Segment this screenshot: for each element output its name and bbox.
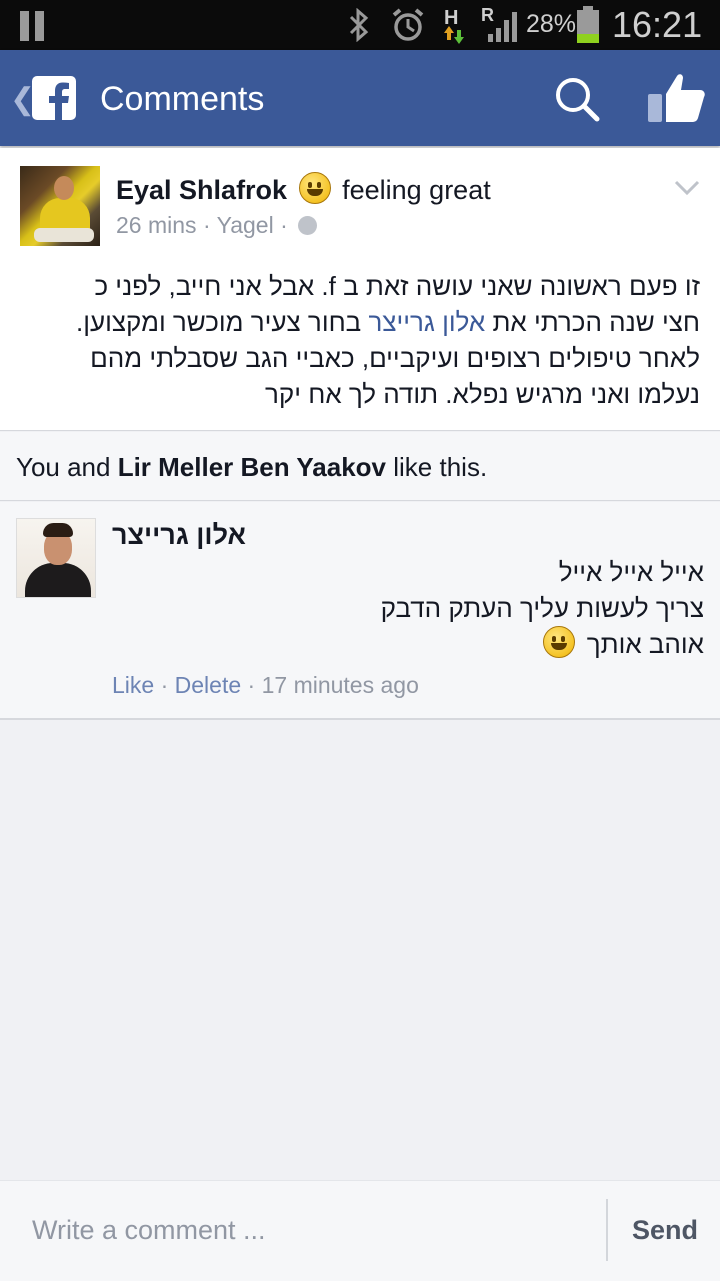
comment-actions: Like · Delete · 17 minutes ago xyxy=(112,672,419,698)
network-icon xyxy=(444,26,464,44)
like-icon[interactable] xyxy=(646,72,706,124)
commenter-name[interactable]: אלון גרייצר xyxy=(112,520,246,551)
battery-percent: 28% xyxy=(526,10,577,38)
battery-icon xyxy=(577,6,599,43)
comment-item: אלון גרייצר אייל אייל אייל צריך לעשות על… xyxy=(0,502,720,720)
comment-like-button[interactable]: Like xyxy=(112,672,154,698)
composer-divider xyxy=(606,1199,608,1261)
app-bar: ❮ Comments xyxy=(0,50,720,146)
post-line: נעלמו ואני מרגיש נפלא. תודה לך אח יקר xyxy=(265,379,700,409)
post-line: לאחר טיפולים רצופים ועיקביים, כאביי הגב … xyxy=(90,343,700,373)
post-meta: 26 mins · Yagel · xyxy=(116,212,318,239)
post-body: זו פעם ראשונה שאני עושה זאת ב f. אבל אני… xyxy=(20,268,700,412)
commenter-avatar[interactable] xyxy=(16,518,96,598)
author-name[interactable]: Eyal Shlafrok xyxy=(116,175,287,205)
feeling-text: feeling great xyxy=(342,175,491,205)
comment-input[interactable]: Write a comment ... xyxy=(32,1215,266,1246)
likes-summary[interactable]: You and Lir Meller Ben Yaakov like this. xyxy=(0,432,720,501)
liker-name[interactable]: Lir Meller Ben Yaakov xyxy=(118,452,386,482)
post-header: Eyal Shlafrok feeling great xyxy=(116,172,491,206)
page-title: Comments xyxy=(100,80,265,118)
comment-delete-button[interactable]: Delete xyxy=(175,672,241,698)
post-line: חצי שנה הכרתי את אלון גרייצר בחור צעיר מ… xyxy=(75,307,700,337)
smile-icon xyxy=(298,172,331,204)
author-avatar[interactable] xyxy=(20,166,100,246)
clock: 16:21 xyxy=(612,4,703,45)
comment-body: אייל אייל אייל צריך לעשות עליך העתק הדבק… xyxy=(380,557,704,659)
signal-icon xyxy=(488,12,517,42)
search-icon[interactable] xyxy=(552,74,602,124)
alarm-icon xyxy=(392,8,424,41)
chevron-down-icon[interactable] xyxy=(674,174,700,200)
globe-icon xyxy=(298,216,318,235)
post-line: זו פעם ראשונה שאני עושה זאת ב f. אבל אני… xyxy=(94,271,700,301)
send-button[interactable]: Send xyxy=(632,1215,698,1246)
post-time[interactable]: 26 mins xyxy=(116,212,197,238)
post-location[interactable]: Yagel xyxy=(217,212,274,238)
comment-composer: Write a comment ... Send xyxy=(0,1180,720,1281)
pause-icon xyxy=(20,11,48,41)
post-card: Eyal Shlafrok feeling great 26 mins · Ya… xyxy=(0,148,720,431)
smile-icon xyxy=(543,626,576,658)
comment-time: 17 minutes ago xyxy=(261,672,419,698)
mention-link[interactable]: אלון גרייצר xyxy=(368,307,485,337)
facebook-logo-icon[interactable] xyxy=(32,76,76,120)
status-bar: H R 28% 16:21 xyxy=(0,0,720,50)
bluetooth-icon xyxy=(349,8,369,42)
